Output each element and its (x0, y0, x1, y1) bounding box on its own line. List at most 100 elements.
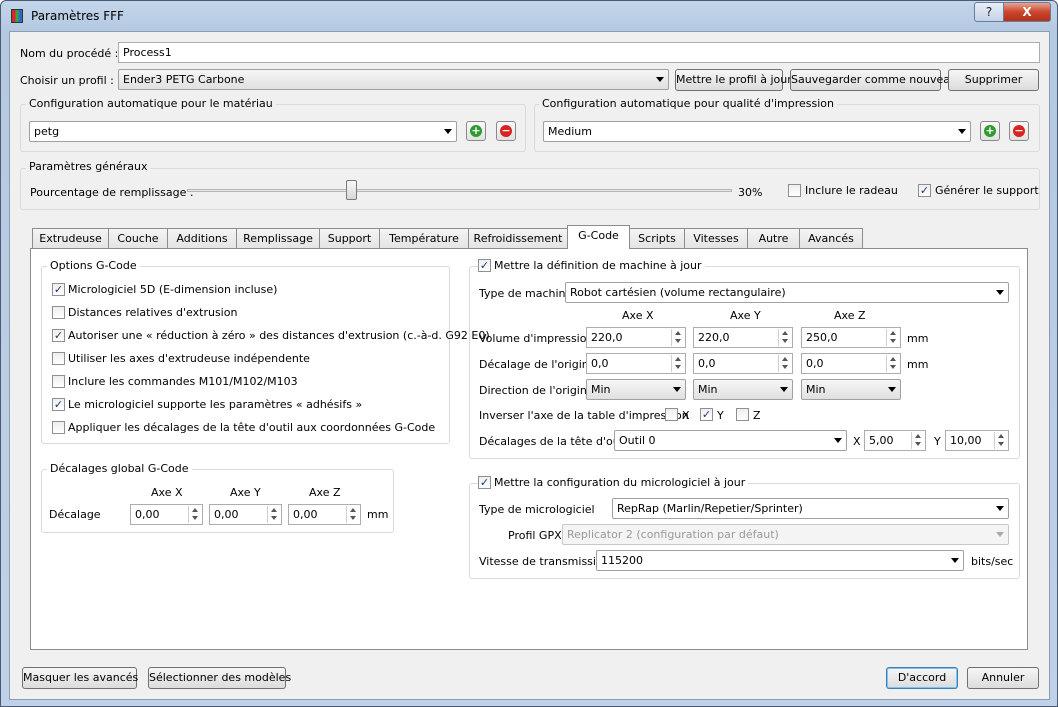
cancel-button[interactable]: Annuler (967, 667, 1039, 689)
tab-refroidissement[interactable]: Refroidissement (468, 228, 568, 248)
option-toolhead-offsets-checkbox[interactable] (52, 421, 65, 434)
spin-arrows-icon[interactable] (188, 506, 201, 523)
tab-temperature[interactable]: Température (379, 228, 469, 248)
origin-direction-label: Direction de l'origine (479, 384, 594, 397)
build-volume-z-spinbox[interactable]: 250,0 (801, 327, 901, 348)
add-quality-button[interactable]: + (980, 121, 1000, 141)
spin-arrows-icon[interactable] (886, 329, 899, 346)
save-as-new-button[interactable]: Sauvegarder comme nouveau (790, 69, 957, 91)
spin-arrows-icon[interactable] (886, 355, 899, 372)
gpx-profile-select[interactable]: Replicator 2 (configuration par défaut) (562, 524, 1009, 545)
infill-slider-track[interactable] (187, 189, 732, 192)
build-volume-x-spinbox[interactable]: 220,0 (586, 327, 686, 348)
spin-arrows-icon[interactable] (994, 432, 1007, 449)
material-select[interactable]: petg (29, 121, 457, 142)
tab-avances[interactable]: Avancés (799, 228, 863, 248)
toolhead-offset-label: Décalages de la tête d'outil (479, 435, 631, 448)
firmware-update-checkbox[interactable]: ✓ (478, 476, 491, 489)
profile-select-value: Ender3 PETG Carbone (123, 73, 245, 86)
hide-advanced-button[interactable]: Masquer les avancés (22, 667, 138, 689)
toolhead-select[interactable]: Outil 0 (614, 430, 847, 451)
spin-arrows-icon[interactable] (671, 329, 684, 346)
option-independent-axes-checkbox[interactable] (52, 352, 65, 365)
tab-scripts[interactable]: Scripts (629, 228, 685, 248)
spin-arrows-icon[interactable] (911, 432, 924, 449)
invert-x-checkbox[interactable] (665, 408, 678, 421)
machine-type-select[interactable]: Robot cartésien (volume rectangulaire) (565, 282, 1009, 303)
option-zeroing-checkbox[interactable]: ✓ (52, 329, 65, 342)
infill-label: Pourcentage de remplissage : (30, 186, 194, 199)
baud-rate-select[interactable]: 115200 (596, 550, 964, 571)
option-independent-axes-label: Utiliser les axes d'extrudeuse indépende… (68, 352, 310, 365)
machine-axis-y-label: Axe Y (730, 309, 761, 322)
global-offset-z-spinbox[interactable]: 0,00 (288, 504, 361, 525)
support-checkbox[interactable]: ✓ (918, 184, 931, 197)
profile-select[interactable]: Ender3 PETG Carbone (118, 69, 669, 90)
spin-arrows-icon[interactable] (778, 329, 791, 346)
tab-additions[interactable]: Additions (167, 228, 237, 248)
option-relative-checkbox[interactable] (52, 306, 65, 319)
invert-y-checkbox[interactable]: ✓ (700, 408, 713, 421)
global-offset-y-spinbox[interactable]: 0,00 (209, 504, 282, 525)
material-select-value: petg (34, 125, 60, 138)
origin-direction-x-select[interactable]: Min (586, 379, 686, 400)
toolhead-y-spinbox[interactable]: 10,00 (945, 430, 1009, 451)
global-offset-y-value: 0,00 (214, 508, 239, 521)
delete-profile-button[interactable]: Supprimer (948, 69, 1039, 91)
fff-settings-window: Paramètres FFF ? X Nom du procédé : Proc… (0, 0, 1058, 707)
tab-support[interactable]: Support (319, 228, 380, 248)
invert-z-checkbox[interactable] (736, 408, 749, 421)
close-button[interactable]: X (1003, 2, 1051, 22)
global-offsets-title: Décalages global G-Code (47, 462, 192, 476)
support-label: Générer le support (935, 184, 1039, 197)
process-name-input[interactable]: Process1 (118, 42, 1040, 63)
origin-direction-z-select[interactable]: Min (801, 379, 901, 400)
origin-offset-y-spinbox[interactable]: 0,0 (693, 353, 793, 374)
spin-arrows-icon[interactable] (778, 355, 791, 372)
origin-offset-x-value: 0,0 (591, 357, 609, 370)
firmware-update-title: Mettre la configuration du micrologiciel… (491, 476, 749, 490)
option-m101-label: Inclure les commandes M101/M102/M103 (68, 375, 298, 388)
option-5d-checkbox[interactable]: ✓ (52, 283, 65, 296)
tab-vitesses[interactable]: Vitesses (684, 228, 748, 248)
add-material-button[interactable]: + (466, 121, 486, 141)
tab-extrudeuse[interactable]: Extrudeuse (32, 228, 109, 248)
quality-select[interactable]: Medium (543, 121, 971, 142)
remove-material-button[interactable]: − (496, 121, 516, 141)
tab-gcode[interactable]: G-Code (567, 225, 630, 249)
global-offset-z-value: 0,00 (293, 508, 318, 521)
help-button[interactable]: ? (974, 2, 1004, 22)
global-offset-x-spinbox[interactable]: 0,00 (130, 504, 203, 525)
tab-couche[interactable]: Couche (108, 228, 168, 248)
gpx-profile-value: Replicator 2 (configuration par défaut) (567, 528, 779, 541)
plus-icon: + (984, 124, 996, 137)
origin-offset-z-spinbox[interactable]: 0,0 (801, 353, 901, 374)
raft-checkbox[interactable] (788, 184, 801, 197)
toolhead-x-value: 5,00 (869, 434, 894, 447)
spin-arrows-icon[interactable] (346, 506, 359, 523)
remove-quality-button[interactable]: − (1009, 121, 1029, 141)
raft-label: Inclure le radeau (805, 184, 898, 197)
origin-direction-y-select[interactable]: Min (693, 379, 793, 400)
spin-arrows-icon[interactable] (267, 506, 280, 523)
title-bar[interactable]: Paramètres FFF ? X (1, 1, 1057, 31)
option-m101-checkbox[interactable] (52, 375, 65, 388)
chevron-down-icon (656, 77, 664, 82)
ok-button[interactable]: D'accord (886, 667, 958, 689)
machine-axis-x-label: Axe X (622, 309, 654, 322)
update-profile-button[interactable]: Mettre le profil à jour (675, 69, 792, 91)
origin-offset-x-spinbox[interactable]: 0,0 (586, 353, 686, 374)
machine-update-checkbox[interactable]: ✓ (478, 259, 491, 272)
toolhead-x-spinbox[interactable]: 5,00 (864, 430, 926, 451)
select-models-button[interactable]: Sélectionner des modèles (148, 667, 291, 689)
option-sticky-checkbox[interactable]: ✓ (52, 398, 65, 411)
gcode-tab-panel: Options G-Code ✓ Micrologiciel 5D (E-dim… (30, 248, 1028, 650)
origin-direction-y-value: Min (698, 383, 718, 396)
global-offset-x-value: 0,00 (135, 508, 160, 521)
infill-slider-handle[interactable] (345, 180, 357, 200)
tab-remplissage[interactable]: Remplissage (236, 228, 320, 248)
build-volume-y-spinbox[interactable]: 220,0 (693, 327, 793, 348)
tab-autre[interactable]: Autre (747, 228, 800, 248)
firmware-type-select[interactable]: RepRap (Marlin/Repetier/Sprinter) (612, 498, 1009, 519)
spin-arrows-icon[interactable] (671, 355, 684, 372)
